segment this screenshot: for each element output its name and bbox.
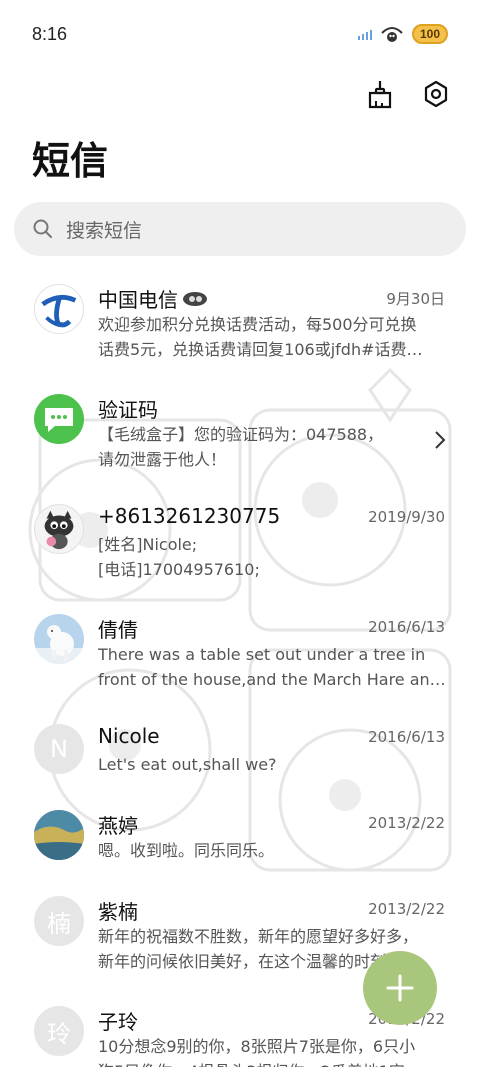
conversation-preview: Let's eat out,shall we?	[98, 752, 448, 777]
preview-line: 新年的祝福数不胜数，新年的愿望好多好多，	[98, 927, 419, 946]
cat-avatar	[34, 504, 84, 554]
search-icon	[33, 219, 52, 238]
verified-tag-icon	[183, 291, 207, 306]
conversation-date: 2019/9/30	[368, 508, 445, 526]
conversation-name: 倩倩	[98, 618, 138, 642]
preview-line: [电话]17004957610;	[98, 560, 260, 579]
top-toolbar	[360, 74, 456, 114]
clean-button[interactable]	[360, 74, 400, 114]
conversation-preview: There was a table set out under a tree i…	[98, 642, 448, 692]
preview-line: 话费5元，兑换话费请回复106或jfdh#话费…	[98, 340, 423, 359]
plus-icon	[386, 974, 414, 1002]
chevron-right-icon[interactable]	[434, 430, 446, 450]
conversation-name: 燕婷	[98, 814, 138, 838]
battery-indicator: 100	[411, 24, 448, 44]
letter-avatar: 玲	[34, 1006, 84, 1056]
preview-line: 请勿泄露于他人！	[98, 450, 227, 469]
settings-button[interactable]	[416, 74, 456, 114]
polar-bear-icon	[34, 625, 84, 664]
message-bubble-icon	[45, 408, 73, 432]
conversation-date: 2016/6/13	[368, 618, 445, 636]
landscape-photo-icon	[34, 810, 84, 860]
broom-icon	[368, 81, 392, 109]
conversation-row[interactable]: N Nicole 2016/6/13 Let's eat out,shall w…	[0, 710, 480, 796]
telecom-avatar	[34, 284, 84, 334]
conversation-row[interactable]: 中国电信 9月30日 欢迎参加积分兑换话费活动，每500分可兑换 话费5元，兑换…	[0, 270, 480, 380]
preview-line: 10分想念9别的你，8张照片7张是你，6只小	[98, 1037, 416, 1056]
preview-line: There was a table set out under a tree i…	[98, 645, 426, 664]
wifi-cat-icon	[381, 27, 403, 42]
conversation-date: 2013/2/22	[368, 814, 445, 832]
preview-line: 欢迎参加积分兑换话费活动，每500分可兑换	[98, 315, 417, 334]
conversation-list: 中国电信 9月30日 欢迎参加积分兑换话费活动，每500分可兑换 话费5元，兑换…	[0, 270, 480, 1067]
preview-line: 狗5只像你，4根骨头3根归你，2瓜着地1定	[98, 1059, 448, 1067]
preview-line: 嗯。收到啦。同乐同乐。	[98, 841, 275, 860]
status-icons: 100	[357, 24, 448, 44]
conversation-row[interactable]: 验证码 【毛绒盒子】您的验证码为：047588， 请勿泄露于他人！	[0, 380, 480, 490]
conversation-preview: 10分想念9别的你，8张照片7张是你，6只小 狗5只像你，4根骨头3根归你，2瓜…	[98, 1034, 448, 1067]
search-bar[interactable]: 搜索短信	[14, 202, 466, 256]
conversation-name: 中国电信	[98, 284, 208, 313]
search-placeholder: 搜索短信	[66, 219, 143, 242]
polar-bear-avatar	[34, 614, 84, 664]
preview-line: Let's eat out,shall we?	[98, 755, 277, 774]
letter-avatar: 楠	[34, 896, 84, 946]
conversation-name: 子玲	[98, 1010, 138, 1034]
letter-avatar: N	[34, 724, 84, 774]
conversation-name: 验证码	[98, 398, 158, 422]
gear-icon	[424, 80, 448, 108]
conversation-preview: 欢迎参加积分兑换话费活动，每500分可兑换 话费5元，兑换话费请回复106或jf…	[98, 312, 448, 362]
conversation-date: 2016/6/13	[368, 728, 445, 746]
status-time: 8:16	[32, 23, 68, 44]
conversation-name: +8613261230775	[98, 504, 281, 528]
conversation-row[interactable]: 倩倩 2016/6/13 There was a table set out u…	[0, 600, 480, 710]
conversation-preview: 【毛绒盒子】您的验证码为：047588， 请勿泄露于他人！	[98, 422, 448, 472]
conversation-preview: 嗯。收到啦。同乐同乐。	[98, 838, 448, 863]
conversation-name: 紫楠	[98, 900, 138, 924]
conversation-row[interactable]: +8613261230775 2019/9/30 [姓名]Nicole; [电话…	[0, 490, 480, 600]
signal-icon	[357, 28, 372, 40]
conversation-name-text: 中国电信	[98, 288, 178, 312]
conversation-row[interactable]: 燕婷 2013/2/22 嗯。收到啦。同乐同乐。	[0, 796, 480, 882]
conversation-name: Nicole	[98, 724, 160, 748]
preview-line: 【毛绒盒子】您的验证码为：047588，	[98, 425, 384, 444]
landscape-avatar	[34, 810, 84, 860]
status-bar: 8:16 100	[0, 0, 480, 68]
new-message-button[interactable]	[363, 951, 437, 1025]
conversation-date: 9月30日	[386, 290, 445, 308]
conversation-preview: [姓名]Nicole; [电话]17004957610;	[98, 532, 448, 582]
telecom-logo-icon	[41, 294, 77, 328]
cat-icon	[44, 510, 74, 550]
preview-line: [姓名]Nicole;	[98, 535, 198, 554]
preview-line: front of the house,and the March Hare an…	[98, 670, 446, 689]
verification-avatar	[34, 394, 84, 444]
conversation-date: 2013/2/22	[368, 900, 445, 918]
page-title: 短信	[32, 139, 109, 183]
